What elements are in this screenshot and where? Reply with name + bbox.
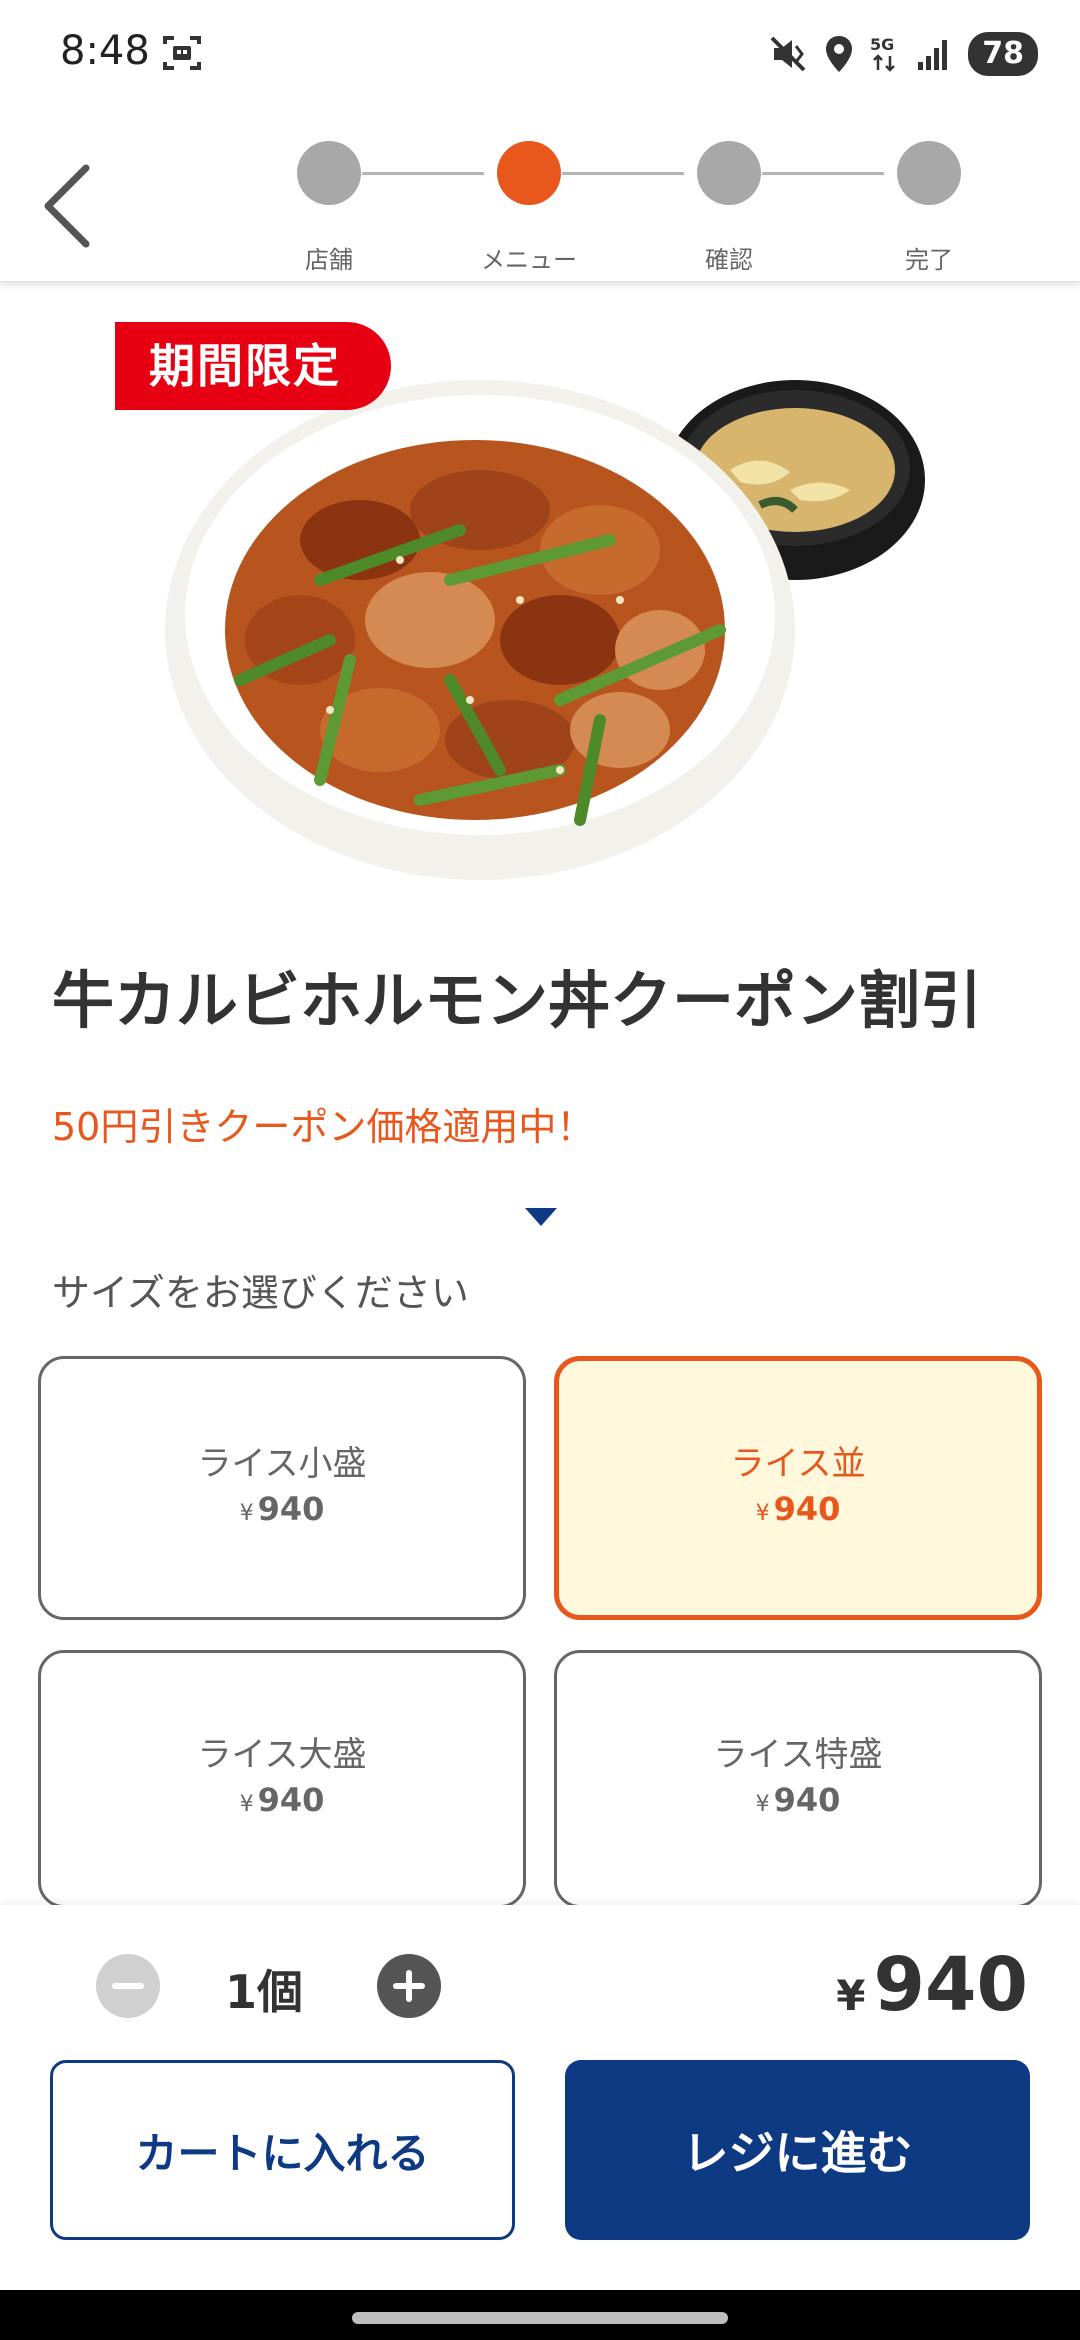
step-connector [562,172,684,175]
status-bar: 8:48 5G 78 [0,0,1080,110]
size-price: ¥940 [756,1778,841,1827]
size-option-large[interactable]: ライス大盛 ¥940 [38,1650,526,1908]
size-name: ライス並 [730,1443,866,1484]
yen-symbol: ¥ [239,1791,254,1817]
battery-icon: 78 [968,32,1038,76]
yen-symbol: ¥ [836,1971,866,2020]
product-title: 牛カルビホルモン丼クーポン割引 [52,964,983,1037]
step-connector [762,172,884,175]
step-dot-confirm [697,141,761,205]
size-option-regular[interactable]: ライス並 ¥940 [554,1356,1042,1620]
step-connector [362,172,484,175]
step-dot-menu [497,141,561,205]
size-prompt: サイズをお選びください [52,1271,469,1315]
mute-icon [770,36,806,72]
add-to-cart-button[interactable]: カートに入れる [50,2060,515,2240]
svg-text:5G: 5G [870,35,894,54]
size-price: ¥940 [240,1778,325,1827]
signal-icon [918,40,948,70]
quantity-decrease-button[interactable] [96,1954,160,2018]
status-icons: 5G 78 [768,30,1038,78]
size-option-extra-large[interactable]: ライス特盛 ¥940 [554,1650,1042,1908]
size-name: ライス特盛 [713,1734,883,1775]
price-value: 940 [257,1489,325,1528]
quantity-increase-button[interactable] [377,1954,441,2018]
step-label-menu: メニュー [481,246,577,274]
status-time: 8:48 [60,28,150,74]
location-icon [826,36,853,72]
price-value: 940 [257,1780,325,1819]
checkout-button[interactable]: レジに進む [565,2060,1030,2240]
price-value: 940 [773,1780,841,1819]
home-indicator[interactable] [352,2312,728,2324]
coupon-note: 50円引きクーポン価格適用中！ [52,1105,595,1149]
total-price: ¥940 [836,1942,1028,2028]
yen-symbol: ¥ [755,1791,770,1817]
step-dot-complete [897,141,961,205]
size-name: ライス大盛 [197,1734,367,1775]
step-label-store: 店舗 [305,246,353,274]
size-option-small[interactable]: ライス小盛 ¥940 [38,1356,526,1620]
5g-icon: 5G [870,35,896,72]
header: 店舗 メニュー 確認 完了 [0,110,1080,282]
size-price: ¥940 [240,1487,325,1536]
size-name: ライス小盛 [197,1443,367,1484]
total-amount: 940 [873,1942,1028,2028]
yen-symbol: ¥ [239,1500,254,1526]
step-dot-store [297,141,361,205]
chevron-down-icon [525,1208,557,1226]
limited-time-badge: 期間限定 [115,322,391,410]
step-label-complete: 完了 [905,246,953,274]
quantity-value: 1個 [225,1965,304,2019]
screenshot-icon [163,36,201,70]
yen-symbol: ¥ [755,1500,770,1526]
step-label-confirm: 確認 [705,246,753,274]
progress-stepper: 店舗 メニュー 確認 完了 [0,110,1080,282]
price-value: 940 [773,1489,841,1528]
size-price: ¥940 [756,1487,841,1536]
